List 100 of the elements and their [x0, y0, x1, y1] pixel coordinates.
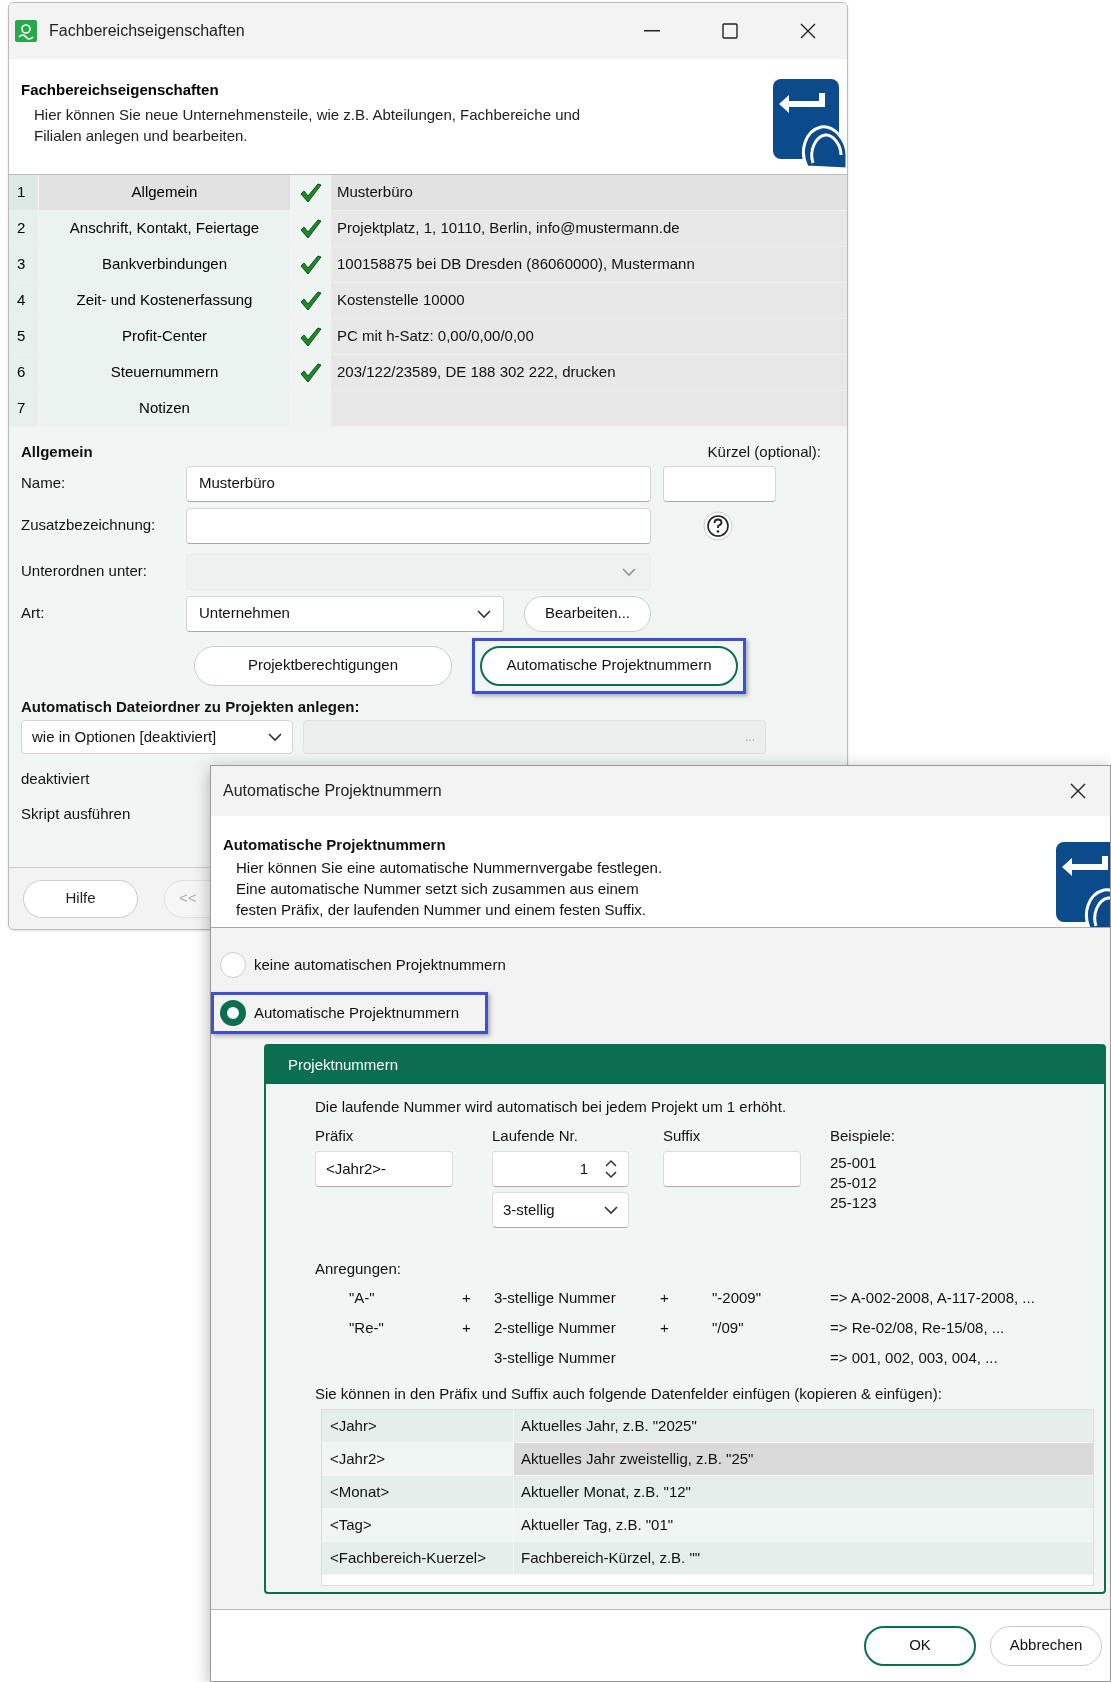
additional-name-input[interactable] [186, 507, 651, 544]
suffix-input[interactable] [663, 1151, 801, 1187]
suggestion-prefix: "Re-" [349, 1317, 385, 1338]
field-label: Art: [21, 603, 46, 624]
step-row[interactable]: 4 Zeit- und Kostenerfassung Kostenstelle 10000 [9, 283, 847, 319]
chevron-down-icon [477, 608, 491, 619]
plus-sign: + [462, 1287, 472, 1308]
step-label: Profit-Center [39, 319, 291, 354]
name-input[interactable]: Musterbüro [186, 465, 651, 502]
step-summary: Projektplatz, 1, 10110, Berlin, info@mustermann.de [336, 218, 680, 239]
digits-dropdown[interactable]: 3-stellig [492, 1192, 629, 1228]
step-number: 6 [9, 355, 39, 390]
plus-sign: + [660, 1287, 670, 1308]
checkmark-icon [298, 289, 323, 312]
header-description: festen Präfix, der laufenden Nummer und einem festen Suffix. [235, 899, 647, 920]
action-button[interactable]: Automatische Projektnummern [480, 645, 738, 686]
step-row[interactable]: 2 Anschrift, Kontakt, Feiertage Projektplatz, 1, 10110, Berlin, info@mustermann.de [9, 211, 847, 247]
example-number: 25-001 [830, 1153, 878, 1173]
field-label: Beispiele: [830, 1125, 896, 1146]
field-label: Kürzel (optional): [707, 442, 821, 462]
field-label: Zusatzbezeichnung: [21, 515, 157, 536]
step-label: Anschrift, Kontakt, Feiertage [39, 211, 291, 246]
dialog-button[interactable]: Abbrechen [990, 1625, 1102, 1666]
section-title: Automatisch Dateiordner zu Projekten anlegen: [21, 696, 361, 717]
abbreviation-input[interactable] [663, 465, 776, 502]
prefix-input[interactable]: <Jahr2>- [315, 1151, 453, 1187]
suggestion-result: => Re-02/08, Re-15/08, ... [830, 1317, 1006, 1338]
suggestion-prefix: "A-" [349, 1287, 376, 1308]
suggestion-digits: 2-stellige Nummer [494, 1317, 617, 1338]
step-row[interactable]: 3 Bankverbindungen 100158875 bei DB Dresden (86060000), Mustermann [9, 247, 847, 283]
spinner-arrows-icon[interactable] [604, 1158, 618, 1180]
fields-intro: Sie können in den Präfix und Suffix auch folgende Datenfelder einfügen (kopieren & einfügen): [315, 1383, 943, 1404]
plus-sign: + [462, 1317, 472, 1338]
step-summary: PC mit h-Satz: 0,00/0,00/0,00 [336, 326, 534, 347]
suggestion-result: => A-002-2008, A-117-2008, ... [830, 1287, 1036, 1308]
checkmark-icon [298, 361, 323, 384]
section-title: Allgemein [21, 442, 93, 462]
radio-option[interactable]: keine automatischen Projektnummern [220, 952, 506, 978]
step-summary: Kostenstelle 10000 [336, 290, 465, 311]
table-cell[interactable]: Aktuelles Jahr zweistellig, z.B. "25" [514, 1443, 1093, 1475]
suggestion-suffix: "/09" [712, 1317, 745, 1338]
field-label: Präfix [315, 1125, 355, 1146]
window-title: Fachbereichseigenschaften [49, 21, 245, 41]
help-icon[interactable] [703, 510, 733, 541]
field-label: Name: [21, 473, 67, 494]
script-label: Skript ausführen [21, 804, 131, 822]
intro-text: Die laufende Nummer wird automatisch bei jedem Projekt um 1 erhöht. [315, 1097, 788, 1117]
maximize-icon [722, 23, 738, 39]
checkmark-icon [298, 181, 323, 204]
step-label: Notizen [39, 391, 291, 426]
header-description: Hier können Sie neue Unternehmensteile, wie z.B. Abteilungen, Fachbereiche und Filialen anlegen und bearbeiten. [33, 104, 582, 146]
header-title: Automatische Projektnummern [223, 835, 447, 855]
counter-spinbox[interactable]: 1 [492, 1151, 629, 1187]
app-logo-icon [15, 20, 37, 42]
suggestion-digits: 3-stellige Nummer [494, 1287, 617, 1308]
checkmark-icon [298, 253, 323, 276]
header-description: Eine automatische Nummer setzt sich zusammen aus einem [235, 878, 640, 899]
step-summary: 203/122/23589, DE 188 302 222, drucken [336, 362, 616, 383]
step-row[interactable]: 6 Steuernummern 203/122/23589, DE 188 302 222, drucken [9, 355, 847, 391]
checkmark-icon [298, 217, 323, 240]
checkmark-icon [298, 325, 323, 348]
action-button[interactable]: Projektberechtigungen [194, 645, 452, 686]
field-label: Unterordnen unter: [21, 561, 148, 582]
step-label: Steuernummern [39, 355, 291, 390]
example-number: 25-123 [830, 1193, 878, 1213]
suggestions-label: Anregungen: [315, 1259, 402, 1279]
field-label: Suffix [663, 1125, 702, 1146]
folder-dropdown[interactable]: wie in Optionen [deaktiviert] [21, 720, 293, 754]
chevron-down-icon [268, 732, 282, 742]
step-number: 1 [9, 175, 39, 210]
dialog-button[interactable]: OK [864, 1625, 976, 1666]
chevron-down-icon [604, 1205, 618, 1215]
minimize-icon [644, 30, 660, 32]
folder-status: deaktiviert [21, 770, 90, 787]
step-number: 7 [9, 391, 39, 426]
field-label: Laufende Nr. [492, 1125, 579, 1146]
step-row[interactable]: 7 Notizen [9, 391, 847, 427]
dialog-title: Automatische Projektnummern [223, 781, 442, 801]
radio-option[interactable]: Automatische Projektnummern [220, 1000, 460, 1026]
suggestion-suffix: "-2009" [712, 1287, 762, 1308]
example-number: 25-012 [830, 1173, 878, 1193]
step-label: Bankverbindungen [39, 247, 291, 282]
step-number: 3 [9, 247, 39, 282]
chevron-down-icon [622, 566, 636, 577]
type-dropdown[interactable]: Unternehmen [186, 595, 504, 632]
step-row[interactable]: 1 Allgemein Musterbüro [9, 175, 847, 211]
step-number: 5 [9, 319, 39, 354]
step-summary: 100158875 bei DB Dresden (86060000), Mustermann [336, 254, 695, 275]
group-title: Projektnummern [266, 1046, 1104, 1084]
step-label: Zeit- und Kostenerfassung [39, 283, 291, 318]
plus-sign: + [660, 1317, 670, 1338]
edit-button[interactable]: Bearbeiten... [524, 595, 651, 632]
close-icon [800, 23, 816, 39]
step-summary: Musterbüro [336, 182, 413, 203]
step-number: 4 [9, 283, 39, 318]
header-title: Fachbereichseigenschaften [21, 80, 220, 100]
header-description: Hier können Sie eine automatische Nummernvergabe festlegen. [235, 857, 663, 878]
footer-button[interactable]: Hilfe [23, 879, 138, 918]
step-row[interactable]: 5 Profit-Center PC mit h-Satz: 0,00/0,00/0,00 [9, 319, 847, 355]
suggestion-digits: 3-stellige Nummer [494, 1347, 617, 1368]
